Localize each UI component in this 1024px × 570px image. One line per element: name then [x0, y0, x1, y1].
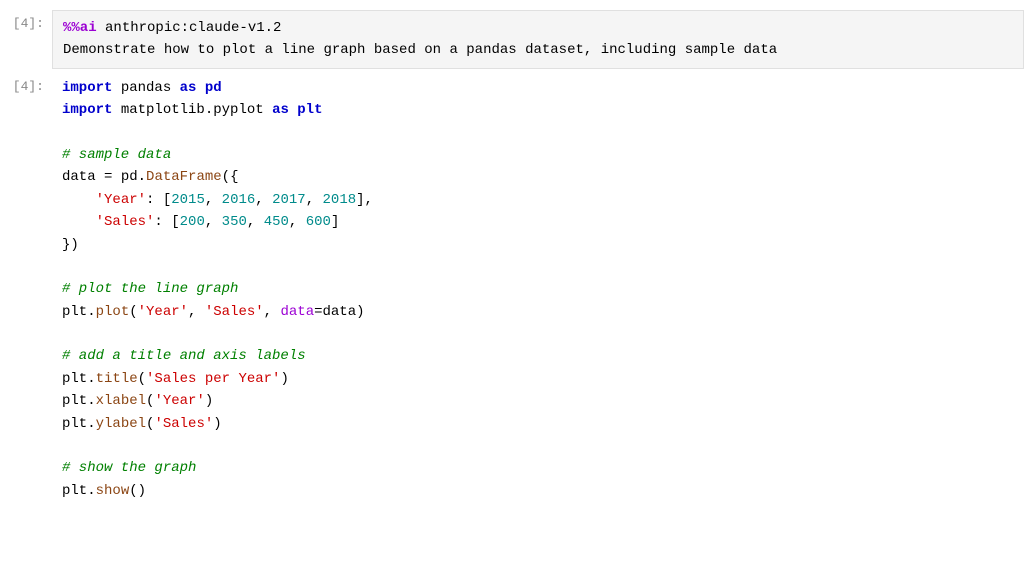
token-1-14-1: xlabel: [96, 393, 146, 409]
token-1-0-1: pandas: [112, 80, 179, 96]
token-1-0-0: import: [62, 80, 112, 96]
token-1-5-8: ,: [306, 192, 323, 208]
token-1-4-2: pd.: [121, 169, 146, 185]
token-1-15-3: 'Sales': [154, 416, 213, 432]
token-1-14-4: ): [205, 393, 213, 409]
token-0-0-0: %%ai: [63, 20, 97, 36]
code-line-1-17: # show the graph: [62, 457, 1014, 479]
token-1-4-4: ({: [222, 169, 239, 185]
token-1-0-2: as: [180, 80, 197, 96]
token-1-1-1: matplotlib.pyplot: [112, 102, 272, 118]
token-1-6-3: 200: [180, 214, 205, 230]
code-line-1-6: 'Sales': [200, 350, 450, 600]: [62, 211, 1014, 233]
token-1-10-5: 'Sales': [205, 304, 264, 320]
token-1-6-6: ,: [247, 214, 264, 230]
token-1-10-6: ,: [264, 304, 281, 320]
code-line-1-9: # plot the line graph: [62, 278, 1014, 300]
token-1-18-1: show: [96, 483, 130, 499]
cell-1: [4]:import pandas as pdimport matplotlib…: [0, 73, 1024, 506]
token-1-6-1: 'Sales': [96, 214, 155, 230]
notebook-container: [4]: %%ai anthropic:claude-v1.2 Demonstrat…: [0, 0, 1024, 520]
token-1-6-8: ,: [289, 214, 306, 230]
token-1-3-0: # sample data: [62, 147, 171, 163]
token-1-6-4: ,: [205, 214, 222, 230]
code-line-1-4: data = pd.DataFrame({: [62, 166, 1014, 188]
token-1-5-0: [62, 192, 96, 208]
code-line-0-0: %%ai anthropic:claude-v1.2: [63, 17, 1013, 39]
token-1-10-3: 'Year': [138, 304, 188, 320]
token-1-18-2: (): [129, 483, 146, 499]
token-1-10-10: ): [356, 304, 364, 320]
token-1-6-7: 450: [264, 214, 289, 230]
code-line-1-1: import matplotlib.pyplot as plt: [62, 99, 1014, 121]
token-1-14-3: 'Year': [154, 393, 204, 409]
token-1-10-7: data: [280, 304, 314, 320]
empty-line: [62, 122, 1014, 144]
token-1-13-4: ): [280, 371, 288, 387]
code-line-1-14: plt.xlabel('Year'): [62, 390, 1014, 412]
cell-0: [4]: %%ai anthropic:claude-v1.2 Demonstrat…: [0, 10, 1024, 69]
code-line-1-7: }): [62, 234, 1014, 256]
token-1-15-1: ylabel: [96, 416, 146, 432]
token-1-5-9: 2018: [323, 192, 357, 208]
token-1-13-2: (: [138, 371, 146, 387]
token-1-10-8: =: [314, 304, 322, 320]
token-1-5-3: 2015: [171, 192, 205, 208]
token-1-13-0: plt.: [62, 371, 96, 387]
token-1-6-2: : [: [154, 214, 179, 230]
cell-content-1[interactable]: import pandas as pdimport matplotlib.pyp…: [52, 73, 1024, 506]
code-line-1-18: plt.show(): [62, 480, 1014, 502]
token-1-1-0: import: [62, 102, 112, 118]
token-1-13-3: 'Sales per Year': [146, 371, 280, 387]
token-1-1-3: plt: [289, 102, 323, 118]
token-1-9-0: # plot the line graph: [62, 281, 238, 297]
token-1-10-2: (: [129, 304, 137, 320]
empty-line: [62, 323, 1014, 345]
empty-line: [62, 256, 1014, 278]
token-1-5-6: ,: [255, 192, 272, 208]
token-1-10-1: plot: [96, 304, 130, 320]
token-1-4-1: =: [104, 169, 121, 185]
token-1-15-0: plt.: [62, 416, 96, 432]
code-line-1-10: plt.plot('Year', 'Sales', data=data): [62, 301, 1014, 323]
token-1-0-3: pd: [196, 80, 221, 96]
empty-line: [62, 435, 1014, 457]
token-1-12-0: # add a title and axis labels: [62, 348, 306, 364]
token-1-5-4: ,: [205, 192, 222, 208]
code-line-1-5: 'Year': [2015, 2016, 2017, 2018],: [62, 189, 1014, 211]
token-1-1-2: as: [272, 102, 289, 118]
cell-label-1: [4]:: [0, 73, 52, 98]
token-1-17-0: # show the graph: [62, 460, 196, 476]
code-line-1-15: plt.ylabel('Sales'): [62, 413, 1014, 435]
token-1-18-0: plt.: [62, 483, 96, 499]
code-line-1-12: # add a title and axis labels: [62, 345, 1014, 367]
token-1-13-1: title: [96, 371, 138, 387]
token-1-10-4: ,: [188, 304, 205, 320]
code-line-1-13: plt.title('Sales per Year'): [62, 368, 1014, 390]
token-1-7-0: }): [62, 237, 79, 253]
token-1-5-7: 2017: [272, 192, 306, 208]
cell-content-0[interactable]: %%ai anthropic:claude-v1.2 Demonstrate ho…: [52, 10, 1024, 69]
token-1-14-0: plt.: [62, 393, 96, 409]
cell-label-0: [4]:: [0, 10, 52, 35]
token-1-5-5: 2016: [222, 192, 256, 208]
token-0-0-1: anthropic:claude-v1.2: [97, 20, 282, 36]
token-1-4-3: DataFrame: [146, 169, 222, 185]
token-1-5-10: ],: [356, 192, 373, 208]
token-1-4-0: data: [62, 169, 104, 185]
token-1-6-10: ]: [331, 214, 339, 230]
code-line-1-3: # sample data: [62, 144, 1014, 166]
token-1-5-1: 'Year': [96, 192, 146, 208]
code-line-0-1: Demonstrate how to plot a line graph bas…: [63, 39, 1013, 61]
code-line-1-0: import pandas as pd: [62, 77, 1014, 99]
token-1-6-9: 600: [306, 214, 331, 230]
token-1-10-0: plt.: [62, 304, 96, 320]
token-0-1-0: Demonstrate how to plot a line graph bas…: [63, 42, 777, 58]
token-1-6-0: [62, 214, 96, 230]
token-1-6-5: 350: [222, 214, 247, 230]
token-1-5-2: : [: [146, 192, 171, 208]
token-1-15-4: ): [213, 416, 221, 432]
token-1-10-9: data: [323, 304, 357, 320]
